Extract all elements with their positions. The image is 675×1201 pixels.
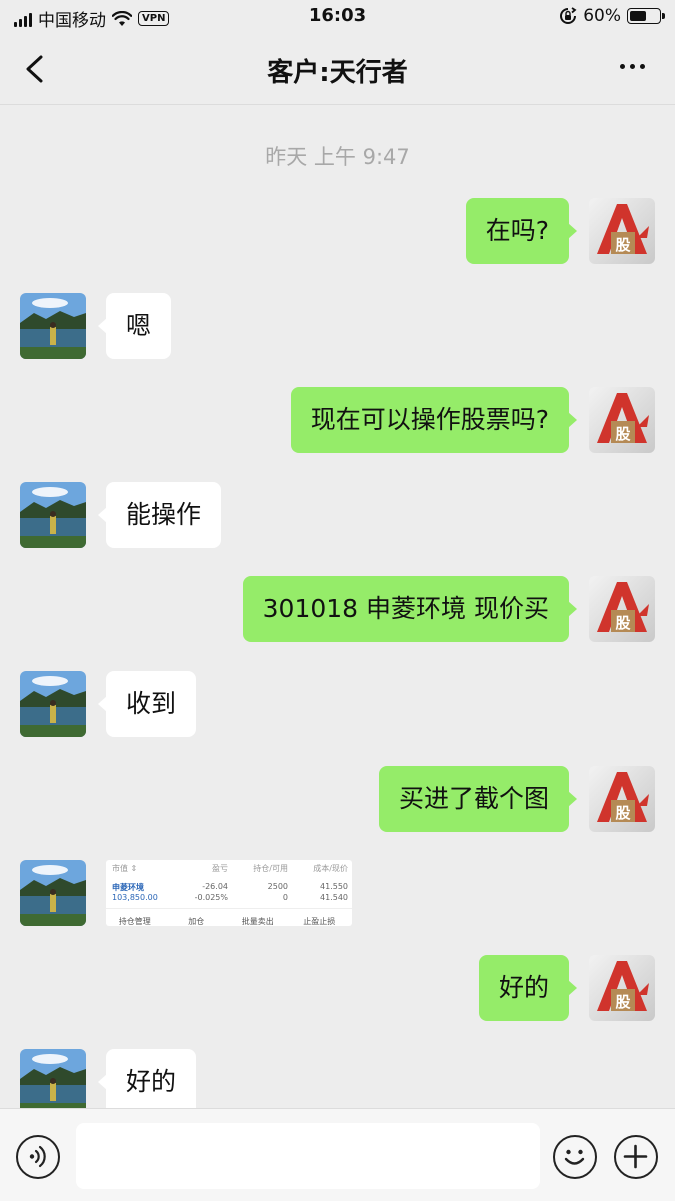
contact-avatar[interactable] [20, 671, 86, 737]
message-row: 现在可以操作股票吗? 股 [0, 387, 675, 455]
svg-text:股: 股 [615, 804, 631, 822]
emoji-icon[interactable] [553, 1135, 597, 1179]
battery-percent: 60% [583, 6, 621, 26]
stock-action: 加仓 [188, 917, 205, 926]
message-row: 嗯 [0, 293, 675, 361]
incoming-message-bubble[interactable]: 嗯 [97, 293, 172, 359]
my-avatar[interactable]: 股 [589, 955, 655, 1021]
rotation-lock-icon [560, 7, 577, 24]
outgoing-message-bubble[interactable]: 301018 申菱环境 现价买 [242, 576, 578, 642]
outgoing-message-bubble[interactable]: 现在可以操作股票吗? [290, 387, 578, 453]
incoming-message-bubble[interactable]: 收到 [97, 671, 197, 737]
header-cell: 成本/现价 [313, 864, 348, 873]
header-cell: 市值 ⇕ [112, 864, 138, 873]
message-row: 收到 [0, 671, 675, 739]
stock-row: 申菱环境 -26.04 2500 41.550 [106, 882, 352, 893]
nav-bar: 客户:天行者 [0, 34, 675, 105]
message-row: 市值 ⇕ 盈亏 持仓/可用 成本/现价 申菱环境 -26.04 2500 41.… [0, 860, 675, 928]
header-cell: 盈亏 [212, 864, 228, 873]
plus-icon[interactable] [614, 1135, 658, 1179]
my-avatar[interactable]: 股 [589, 766, 655, 832]
incoming-message-bubble[interactable]: 能操作 [97, 482, 222, 548]
outgoing-message-bubble[interactable]: 好的 [478, 955, 578, 1021]
more-dots-icon[interactable] [620, 64, 645, 69]
incoming-message-bubble[interactable]: 好的 [97, 1049, 197, 1108]
chat-area[interactable]: 昨天 上午 9:47 在吗? 股 嗯 现在可以操作股票吗? 股 能操作 3010… [0, 105, 675, 1108]
contact-avatar[interactable] [20, 860, 86, 926]
chat-title: 客户:天行者 [267, 58, 408, 88]
svg-text:股: 股 [615, 993, 631, 1011]
stock-cell: 0 [282, 893, 288, 902]
my-avatar[interactable]: 股 [589, 387, 655, 453]
status-bar: 中国移动 VPN 16:03 60% [0, 0, 675, 34]
message-row: 买进了截个图 股 [0, 766, 675, 834]
outgoing-message-bubble[interactable]: 在吗? [465, 198, 578, 264]
svg-text:股: 股 [615, 236, 631, 254]
my-avatar[interactable]: 股 [589, 198, 655, 264]
contact-avatar[interactable] [20, 293, 86, 359]
svg-text:股: 股 [615, 614, 631, 632]
voice-icon[interactable] [16, 1135, 60, 1179]
stock-name: 申菱环境 [112, 883, 144, 892]
svg-text:股: 股 [615, 425, 631, 443]
message-row: 好的 [0, 1049, 675, 1108]
message-timestamp: 昨天 上午 9:47 [265, 145, 410, 169]
message-row: 在吗? 股 [0, 198, 675, 266]
message-input[interactable] [76, 1123, 540, 1189]
message-row: 301018 申菱环境 现价买 股 [0, 576, 675, 644]
stock-action: 持仓管理 [118, 917, 151, 926]
stock-cell: -0.025% [194, 893, 228, 902]
stock-action: 止盈止损 [303, 917, 336, 926]
stock-actions: 持仓管理 加仓 批量卖出 止盈止损 [106, 916, 352, 926]
message-row: 能操作 [0, 482, 675, 550]
outgoing-message-bubble[interactable]: 买进了截个图 [378, 766, 578, 832]
battery-level [630, 11, 646, 21]
contact-avatar[interactable] [20, 482, 86, 548]
stock-row: 103,850.00 -0.025% 0 41.540 [106, 893, 352, 902]
my-avatar[interactable]: 股 [589, 576, 655, 642]
stock-cell: 41.540 [320, 893, 348, 902]
stock-screenshot-image[interactable]: 市值 ⇕ 盈亏 持仓/可用 成本/现价 申菱环境 -26.04 2500 41.… [106, 860, 352, 926]
divider [106, 908, 352, 909]
stock-cell: 2500 [267, 882, 288, 891]
stock-action: 批量卖出 [241, 917, 274, 926]
stock-table-header: 市值 ⇕ 盈亏 持仓/可用 成本/现价 [106, 863, 352, 874]
input-bar [0, 1108, 675, 1201]
contact-avatar[interactable] [20, 1049, 86, 1108]
battery-icon [627, 8, 665, 24]
stock-cell: 41.550 [320, 882, 348, 891]
header-cell: 持仓/可用 [253, 864, 288, 873]
stock-cell: 103,850.00 [112, 893, 158, 902]
message-row: 好的 股 [0, 955, 675, 1023]
stock-cell: -26.04 [202, 882, 228, 891]
